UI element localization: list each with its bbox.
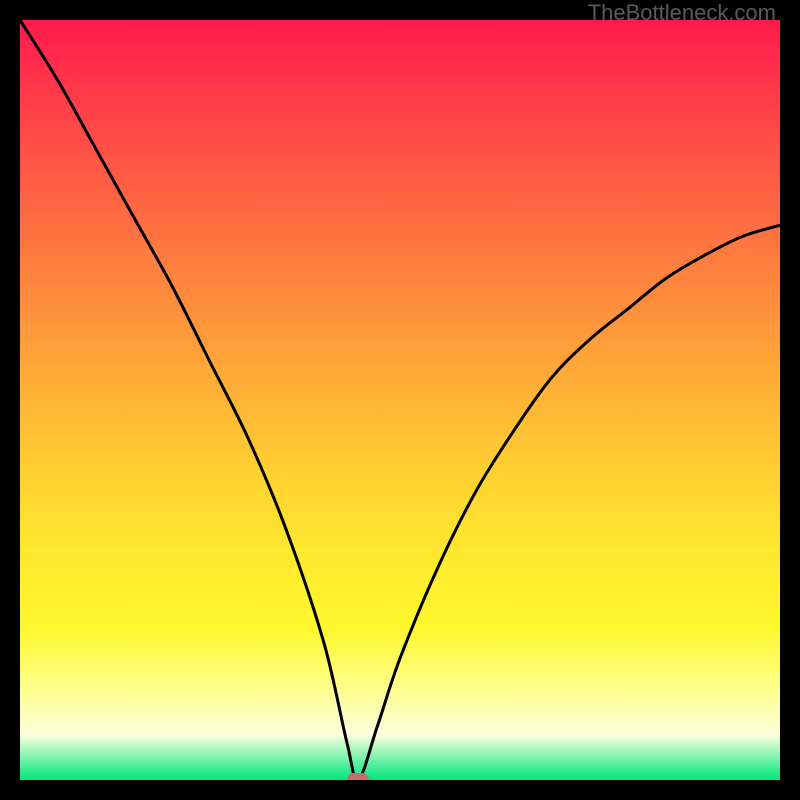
plot-area [20, 20, 780, 780]
chart-container: TheBottleneck.com [0, 0, 800, 800]
optimal-point-marker [347, 773, 369, 780]
frame-right [780, 0, 800, 800]
frame-left [0, 0, 20, 800]
curve-svg [20, 20, 780, 780]
bottleneck-curve [20, 20, 780, 780]
watermark-text: TheBottleneck.com [588, 0, 776, 26]
frame-bottom [0, 780, 800, 800]
